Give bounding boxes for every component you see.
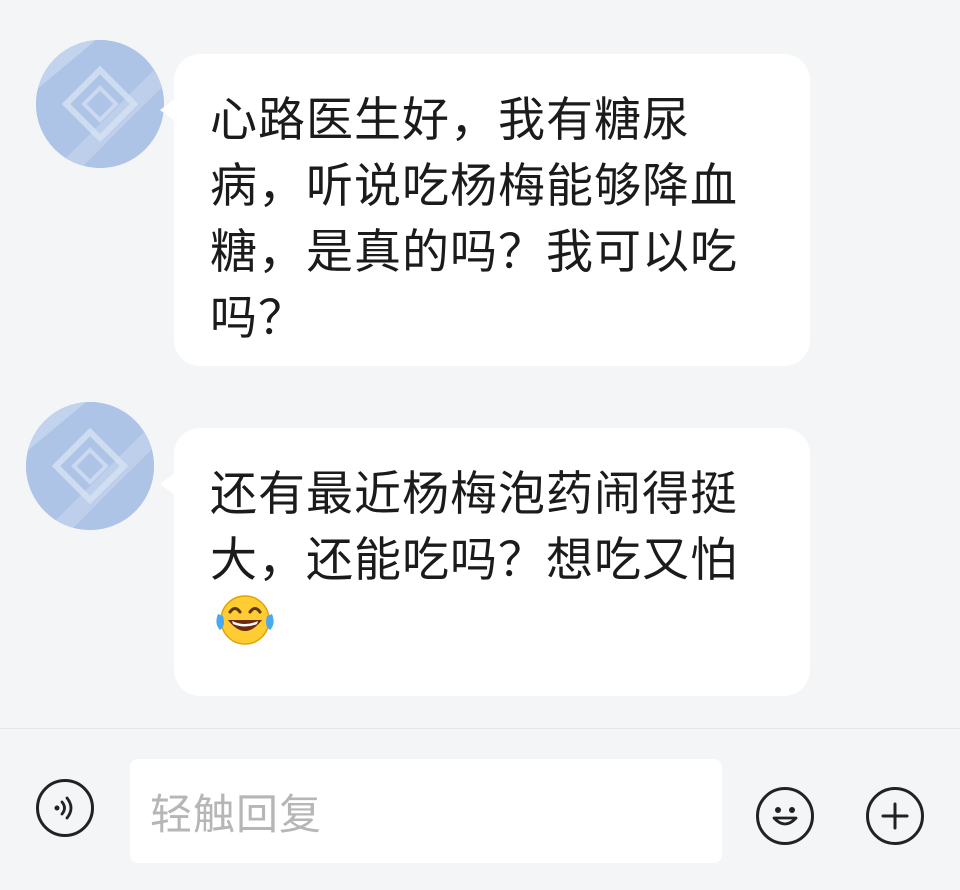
reply-placeholder: 轻触回复 bbox=[150, 789, 323, 839]
message-text-content: 还有最近杨梅泡药闹得挺大，还能吃吗？想吃又怕 bbox=[210, 467, 738, 588]
blurred-avatar-icon bbox=[26, 402, 154, 530]
message-bubble[interactable]: 还有最近杨梅泡药闹得挺大，还能吃吗？想吃又怕 bbox=[160, 428, 810, 696]
avatar[interactable] bbox=[36, 40, 164, 168]
plus-icon bbox=[881, 802, 909, 830]
message-text: 心路医生好，我有糖尿病，听说吃杨梅能够降血糖，是真的吗？我可以吃吗？ bbox=[210, 93, 738, 346]
reply-bar: 轻触回复 bbox=[0, 728, 960, 890]
avatar[interactable] bbox=[26, 402, 154, 530]
message-bubble[interactable]: 心路医生好，我有糖尿病，听说吃杨梅能够降血糖，是真的吗？我可以吃吗？ bbox=[160, 54, 810, 366]
reply-input[interactable]: 轻触回复 bbox=[130, 759, 722, 863]
voice-icon bbox=[54, 796, 73, 820]
chat-message-list: 心路医生好，我有糖尿病，听说吃杨梅能够降血糖，是真的吗？我可以吃吗？ 还有最近杨… bbox=[0, 0, 960, 728]
add-button[interactable] bbox=[866, 787, 924, 845]
voice-button[interactable] bbox=[36, 779, 94, 837]
emoji-button[interactable] bbox=[756, 787, 814, 845]
blurred-avatar-icon bbox=[36, 40, 164, 168]
message-text: 还有最近杨梅泡药闹得挺大，还能吃吗？想吃又怕 bbox=[210, 462, 774, 670]
smiley-icon bbox=[772, 807, 798, 826]
face-with-tears-of-joy-icon bbox=[214, 590, 276, 666]
